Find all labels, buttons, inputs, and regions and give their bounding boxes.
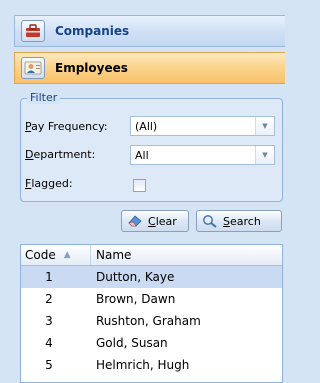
sort-ascending-icon: ▲ — [63, 250, 71, 260]
magnifier-icon — [202, 214, 218, 228]
table-row[interactable]: 3 Rushton, Graham — [21, 310, 282, 332]
table-row[interactable]: 1 Dutton, Kaye — [21, 266, 282, 288]
department-select[interactable]: All ▼ — [130, 145, 275, 165]
person-card-icon — [21, 57, 45, 79]
eraser-icon — [127, 214, 143, 228]
nav-label-companies: Companies — [55, 24, 130, 38]
cell-code: 4 — [45, 336, 53, 350]
pay-frequency-label: Pay Frequency: — [25, 120, 108, 133]
flagged-label: Flagged: — [25, 177, 73, 190]
briefcase-icon — [21, 20, 45, 42]
nav-item-companies[interactable]: Companies — [14, 15, 285, 47]
pay-frequency-value: (All) — [135, 119, 158, 133]
column-header-code-label: Code — [25, 248, 56, 262]
table-row[interactable]: 5 Helmrich, Hugh — [21, 354, 282, 376]
filter-legend: Filter — [27, 91, 61, 104]
chevron-down-icon[interactable]: ▼ — [255, 146, 274, 164]
cell-code: 3 — [45, 314, 53, 328]
cell-code: 2 — [45, 292, 53, 306]
flagged-checkbox[interactable] — [133, 179, 146, 192]
nav-label-employees: Employees — [55, 61, 128, 75]
department-label: Department: — [25, 148, 96, 161]
cell-code: 5 — [45, 358, 53, 372]
grid-header: Code ▲ Name — [21, 245, 282, 266]
cell-name: Helmrich, Hugh — [96, 358, 190, 372]
column-header-code[interactable]: Code ▲ — [21, 245, 91, 265]
employee-grid: Code ▲ Name 1 Dutton, Kaye 2 Brown, Dawn… — [20, 244, 283, 383]
clear-button-label: Clear — [148, 214, 177, 228]
filter-group: Filter Pay Frequency: (All) ▼ Department… — [20, 91, 283, 202]
search-button[interactable]: Search — [196, 210, 282, 232]
cell-name: Brown, Dawn — [96, 292, 176, 306]
department-value: All — [135, 148, 149, 162]
clear-button[interactable]: Clear — [121, 210, 189, 232]
search-button-label: Search — [223, 214, 261, 228]
cell-name: Rushton, Graham — [96, 314, 201, 328]
column-header-name[interactable]: Name — [91, 245, 282, 265]
pay-frequency-select[interactable]: (All) ▼ — [130, 116, 275, 136]
cell-code: 1 — [45, 270, 53, 284]
column-header-name-label: Name — [96, 248, 132, 262]
cell-name: Gold, Susan — [96, 336, 168, 350]
nav-item-employees[interactable]: Employees — [14, 52, 285, 84]
table-row[interactable]: 4 Gold, Susan — [21, 332, 282, 354]
table-row[interactable]: 2 Brown, Dawn — [21, 288, 282, 310]
chevron-down-icon[interactable]: ▼ — [255, 117, 274, 135]
cell-name: Dutton, Kaye — [96, 270, 175, 284]
